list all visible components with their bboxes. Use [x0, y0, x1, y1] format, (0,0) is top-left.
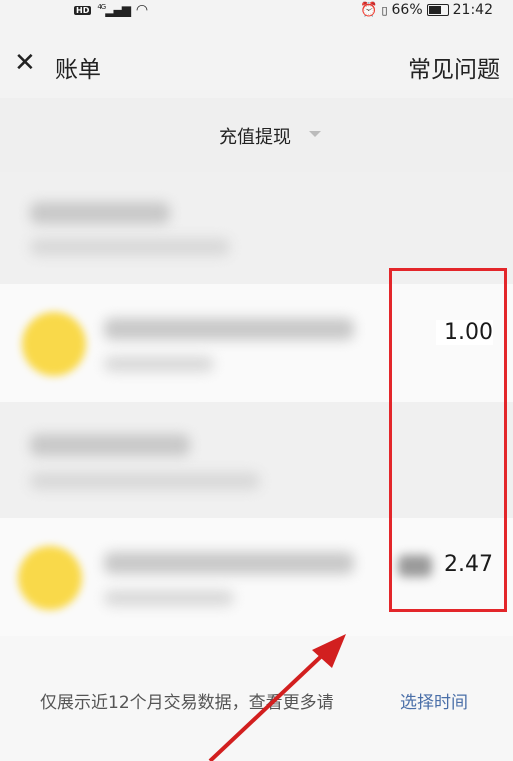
battery-percent: 66% — [391, 2, 423, 18]
page-title: 账单 — [55, 57, 101, 83]
battery-icon — [426, 4, 449, 16]
hd-badge: HD — [74, 5, 92, 15]
footer-note: 仅展示近12个月交易数据，查看更多请 — [40, 693, 334, 713]
network-type: 4G — [97, 3, 106, 11]
blurred-month-summary — [30, 238, 230, 256]
status-left: HD 4G▂▄▆ ◠ — [74, 2, 148, 18]
footer: 仅展示近12个月交易数据，查看更多请 选择时间 — [0, 636, 513, 761]
blurred-month-label — [30, 434, 190, 456]
alarm-icon: ⏰ — [360, 2, 378, 18]
blurred-month-summary — [30, 472, 260, 490]
status-right: ⏰ ▯ 66% 21:42 — [360, 2, 493, 18]
highlight-annotation-box — [389, 268, 507, 612]
blurred-transaction-title — [104, 318, 354, 340]
vibrate-icon: ▯ — [381, 3, 388, 17]
filter-bar[interactable]: 充值提现 — [0, 98, 513, 172]
filter-label[interactable]: 充值提现 — [219, 123, 291, 149]
blurred-month-label — [30, 202, 170, 224]
faq-link[interactable]: 常见问题 — [408, 50, 500, 84]
blurred-transaction-time — [104, 590, 234, 606]
clock: 21:42 — [452, 2, 493, 18]
wifi-icon: ◠ — [135, 2, 149, 18]
close-icon[interactable]: ✕ — [14, 50, 36, 76]
top-nav-bar: ✕ 账单 常见问题 — [0, 22, 513, 98]
signal-icon: 4G▂▄▆ — [97, 3, 131, 17]
blurred-transaction-title — [104, 552, 354, 574]
blurred-transaction-time — [104, 356, 214, 372]
merchant-avatar — [18, 546, 82, 610]
chevron-down-icon[interactable] — [309, 131, 321, 137]
merchant-avatar — [22, 312, 86, 376]
select-time-link[interactable]: 选择时间 — [400, 688, 468, 713]
status-bar: HD 4G▂▄▆ ◠ ⏰ ▯ 66% 21:42 — [0, 0, 513, 22]
